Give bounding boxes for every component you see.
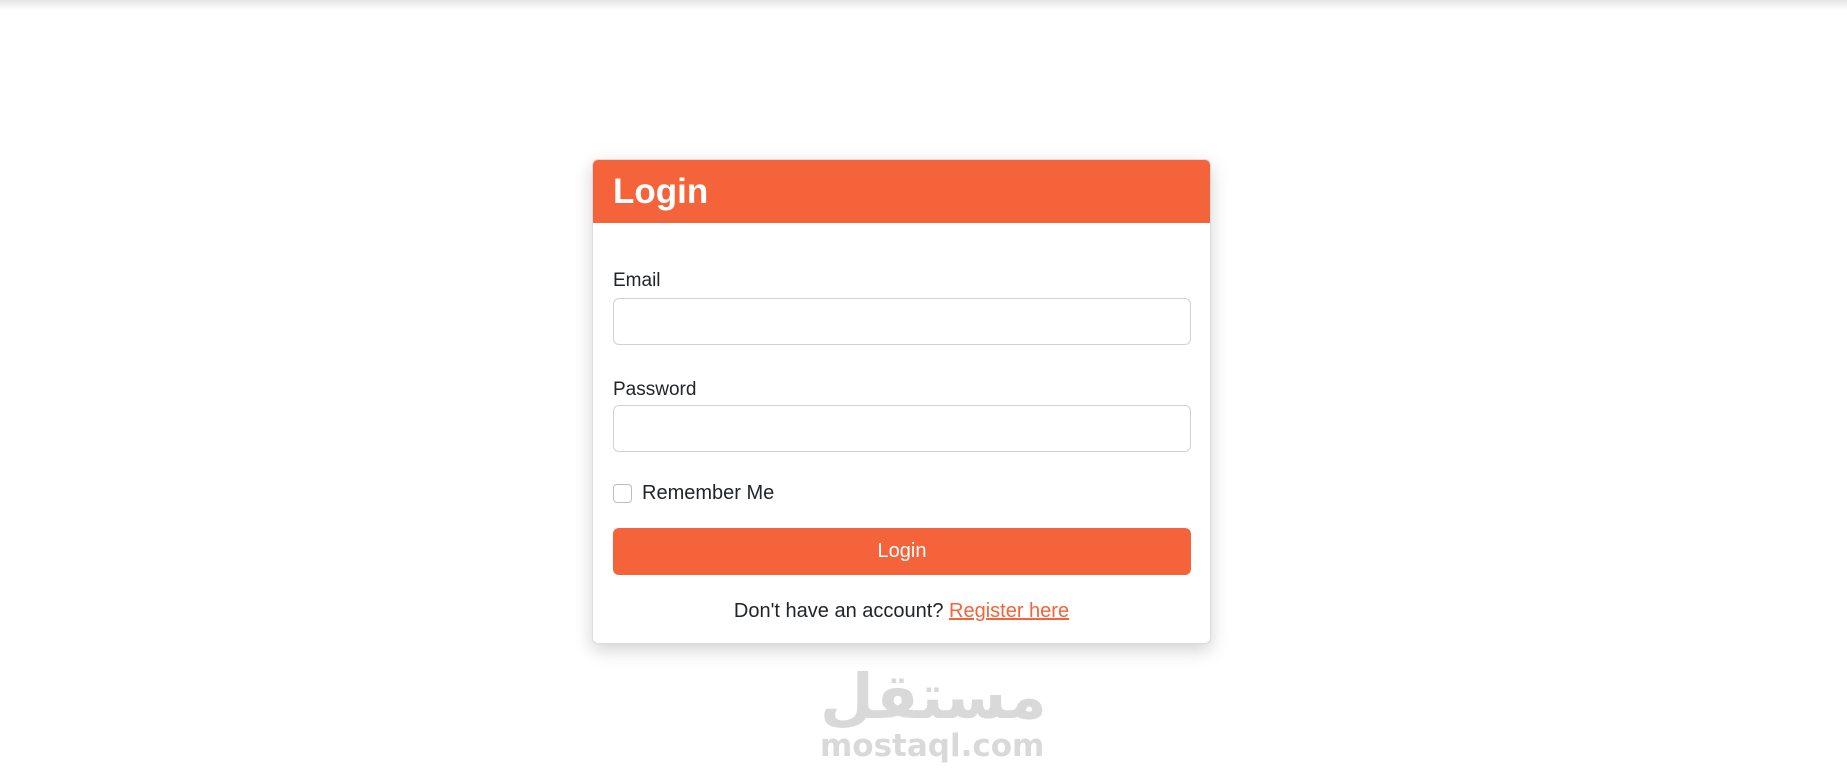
login-card: Login Email Password Remember Me Login D… (592, 159, 1211, 644)
remember-me-row[interactable]: Remember Me (613, 482, 774, 505)
register-prompt-text: Don't have an account? (733, 600, 944, 622)
register-prompt: Don't have an account? Register here (593, 600, 1210, 623)
top-bar-shadow (0, 0, 1847, 10)
remember-me-label[interactable]: Remember Me (642, 482, 774, 505)
watermark-logo: مستقل mostaql.com (820, 660, 1047, 765)
email-label: Email (613, 270, 661, 291)
password-label: Password (613, 379, 697, 400)
login-button[interactable]: Login (613, 528, 1191, 575)
watermark-arabic-text: مستقل (820, 660, 1047, 733)
register-link[interactable]: Register here (949, 600, 1069, 622)
login-card-header: Login (593, 160, 1210, 223)
watermark-domain-text: mostaql.com (820, 728, 1045, 764)
email-field[interactable] (613, 298, 1191, 345)
password-field[interactable] (613, 405, 1191, 452)
remember-me-checkbox[interactable] (613, 484, 632, 503)
login-title: Login (613, 171, 709, 211)
